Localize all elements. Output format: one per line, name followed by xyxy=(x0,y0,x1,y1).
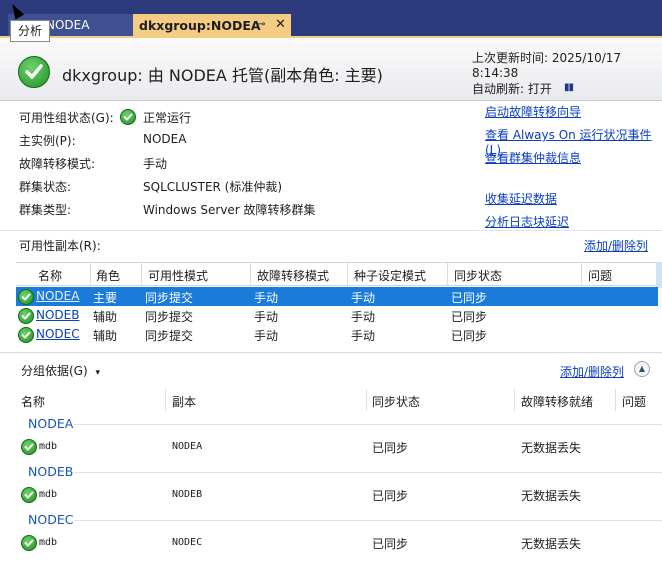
database-sync-state: 已同步 xyxy=(372,441,409,455)
replicas-grid-header: 名称 角色 可用性模式 故障转移模式 种子设定模式 同步状态 问题 xyxy=(16,262,658,286)
database-sync-state: 已同步 xyxy=(372,489,409,503)
replica-seeding-mode: 手动 xyxy=(351,329,376,343)
database-sync-state: 已同步 xyxy=(372,537,409,551)
pin-icon[interactable]: ⊸ xyxy=(257,19,265,30)
group-divider xyxy=(74,472,662,473)
group-by-dropdown[interactable]: 分组依据(G) ▾ xyxy=(21,362,100,379)
replica-name-link[interactable]: NODEB xyxy=(36,308,79,322)
replica-availability-mode: 同步提交 xyxy=(145,291,194,305)
col-availability-mode[interactable]: 可用性模式 xyxy=(148,267,208,284)
col-seeding-mode[interactable]: 种子设定模式 xyxy=(354,267,426,284)
grid-scrollbar[interactable] xyxy=(656,262,662,288)
tab-dkxgroup-label: dkxgroup:NODEA xyxy=(139,18,261,33)
replica-sync-state: 已同步 xyxy=(451,291,488,305)
replica-sync-state: 已同步 xyxy=(451,310,488,324)
replica-sync-state: 已同步 xyxy=(451,329,488,343)
failover-mode-value: 手动 xyxy=(143,157,168,171)
replicas-section-label: 可用性副本(R): xyxy=(19,239,101,253)
ag-state-label: 可用性组状态(G): xyxy=(19,111,114,125)
log-block-latency-link[interactable]: 分析日志块延迟 xyxy=(485,213,569,230)
database-failover-readiness: 无数据丢失 xyxy=(521,441,582,455)
cluster-type-value: Windows Server 故障转移群集 xyxy=(143,203,316,217)
close-icon[interactable]: ✕ xyxy=(275,17,286,32)
col-db-replica[interactable]: 副本 xyxy=(172,393,196,410)
check-icon xyxy=(18,289,34,305)
replica-availability-mode: 同步提交 xyxy=(145,329,194,343)
tab-nodea-label: NODEA xyxy=(46,18,90,32)
column-separator xyxy=(366,389,367,411)
replica-role: 辅助 xyxy=(93,310,118,324)
replica-name-link[interactable]: NODEC xyxy=(36,327,80,341)
cluster-state-value: SQLCLUSTER (标准仲裁) xyxy=(143,180,283,194)
group-divider xyxy=(74,520,662,521)
primary-instance-label: 主实例(P): xyxy=(19,134,76,148)
database-replica: NODEA xyxy=(172,441,203,452)
replica-failover-mode: 手动 xyxy=(254,291,279,305)
col-db-failover-readiness[interactable]: 故障转移就绪 xyxy=(521,393,593,410)
last-updated-time: 上次更新时间: 2025/10/17 8:14:38 xyxy=(472,51,622,80)
column-separator xyxy=(514,389,515,411)
table-row[interactable]: NODEC 辅助 同步提交 手动 手动 已同步 xyxy=(16,325,658,344)
col-db-issues[interactable]: 问题 xyxy=(622,393,646,410)
database-name: mdb xyxy=(39,537,58,548)
check-icon xyxy=(21,439,37,455)
database-failover-readiness: 无数据丢失 xyxy=(521,489,582,503)
page-title: dkxgroup: 由 NODEA 托管(副本角色: 主要) xyxy=(62,66,383,85)
col-role[interactable]: 角色 xyxy=(96,267,120,284)
check-icon xyxy=(18,308,34,324)
check-icon xyxy=(21,535,37,551)
primary-instance-value: NODEA xyxy=(143,132,187,146)
col-failover-mode[interactable]: 故障转移模式 xyxy=(257,267,329,284)
database-failover-readiness: 无数据丢失 xyxy=(521,537,582,551)
database-replica: NODEC xyxy=(172,537,203,548)
col-sync-state[interactable]: 同步状态 xyxy=(454,267,502,284)
quorum-info-link[interactable]: 查看群集仲裁信息 xyxy=(485,149,581,166)
replica-failover-mode: 手动 xyxy=(254,329,279,343)
database-name: mdb xyxy=(39,441,58,452)
table-row[interactable]: NODEA 主要 同步提交 手动 手动 已同步 xyxy=(16,287,658,306)
col-db-sync-state[interactable]: 同步状态 xyxy=(372,393,420,410)
group-divider xyxy=(74,424,662,425)
tab-dkxgroup-nodea[interactable]: dkxgroup:NODEA ⊸ ✕ xyxy=(133,14,291,38)
replica-role: 辅助 xyxy=(93,329,118,343)
replica-name-link[interactable]: NODEA xyxy=(36,289,79,303)
pause-icon[interactable]: ▮▮ xyxy=(564,82,574,93)
collect-latency-link[interactable]: 收集延迟数据 xyxy=(485,190,557,207)
group-header-nodeb[interactable]: NODEB xyxy=(28,464,73,479)
column-separator xyxy=(615,389,616,411)
cluster-type-label: 群集类型: xyxy=(19,203,72,217)
replica-seeding-mode: 手动 xyxy=(351,291,376,305)
failover-wizard-link[interactable]: 启动故障转移向导 xyxy=(485,103,581,120)
chevron-down-icon: ▾ xyxy=(95,368,101,378)
col-db-name[interactable]: 名称 xyxy=(21,393,45,410)
database-name: mdb xyxy=(39,489,58,500)
ag-state-value: 正常运行 xyxy=(143,111,192,125)
collapse-icon[interactable]: ▲ xyxy=(634,361,650,377)
group-by-label: 分组依据(G) xyxy=(21,364,88,378)
check-icon xyxy=(120,109,136,125)
healthy-check-icon xyxy=(18,56,50,88)
col-name[interactable]: 名称 xyxy=(38,267,62,284)
tooltip-analysis: 分析 xyxy=(10,20,50,42)
failover-mode-label: 故障转移模式: xyxy=(19,157,96,171)
col-issues[interactable]: 问题 xyxy=(588,267,612,284)
check-icon xyxy=(18,327,34,343)
replica-seeding-mode: 手动 xyxy=(351,310,376,324)
database-replica: NODEB xyxy=(172,489,203,500)
replica-role: 主要 xyxy=(93,291,118,305)
column-separator xyxy=(165,389,166,411)
group-header-nodea[interactable]: NODEA xyxy=(28,416,73,431)
replicas-add-remove-columns-link[interactable]: 添加/删除列 xyxy=(584,237,648,254)
table-row[interactable]: NODEB 辅助 同步提交 手动 手动 已同步 xyxy=(16,306,658,325)
section-divider xyxy=(0,352,662,353)
auto-refresh-status: 自动刷新: 打开 xyxy=(472,82,552,96)
databases-add-remove-columns-link[interactable]: 添加/删除列 xyxy=(560,363,624,380)
check-icon xyxy=(21,487,37,503)
replica-availability-mode: 同步提交 xyxy=(145,310,194,324)
cluster-state-label: 群集状态: xyxy=(19,180,72,194)
section-divider xyxy=(0,230,662,231)
replica-failover-mode: 手动 xyxy=(254,310,279,324)
group-header-nodec[interactable]: NODEC xyxy=(28,512,73,527)
